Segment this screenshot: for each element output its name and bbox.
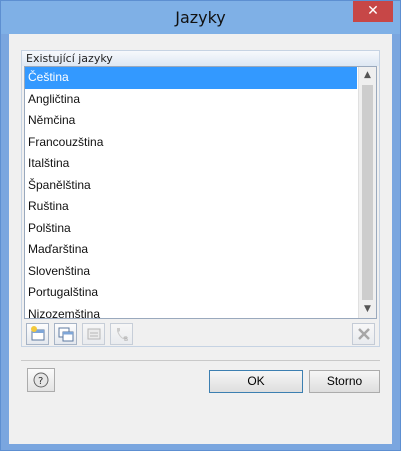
list-item[interactable]: Ruština [25, 196, 357, 218]
list-item[interactable]: Polština [25, 218, 357, 240]
scroll-up-icon[interactable]: ▲ [359, 67, 376, 84]
list-item[interactable]: Španělština [25, 175, 357, 197]
delete-button[interactable] [352, 323, 375, 345]
list-item[interactable]: Nizozemština [25, 304, 357, 326]
vertical-scrollbar[interactable]: ▲ ▼ [358, 67, 376, 318]
new-language-icon [31, 326, 45, 341]
copy-language-icon [58, 327, 74, 342]
list-item[interactable]: Angličtina [25, 89, 357, 111]
list-item[interactable]: Němčina [25, 110, 357, 132]
svg-text:B: B [124, 336, 128, 342]
list-item[interactable]: Portugalština [25, 282, 357, 304]
list-item[interactable]: Čeština [25, 67, 357, 89]
phone-b-button[interactable]: B [110, 323, 133, 345]
delete-icon [358, 328, 370, 340]
svg-text:?: ? [38, 376, 43, 387]
phone-b-icon: B [117, 328, 128, 342]
scrollbar-thumb[interactable] [362, 85, 373, 300]
copy-language-button[interactable] [54, 323, 77, 345]
dialog-body: Existující jazyky Čeština Angličtina Něm… [9, 34, 392, 444]
window-title: Jazyky [175, 8, 226, 27]
footer-divider [21, 360, 380, 361]
languages-dialog: Jazyky ✕ Existující jazyky Čeština Angli… [0, 0, 401, 451]
list-item[interactable]: Slovenština [25, 261, 357, 283]
existing-languages-group: Existující jazyky Čeština Angličtina Něm… [21, 50, 380, 347]
edit-language-icon [87, 328, 101, 340]
list-toolbar: B [24, 323, 377, 345]
new-language-button[interactable] [26, 323, 49, 345]
languages-list[interactable]: Čeština Angličtina Němčina Francouzština… [24, 66, 377, 321]
edit-language-button[interactable] [82, 323, 105, 345]
list-item[interactable]: Maďarština [25, 239, 357, 261]
close-button[interactable]: ✕ [353, 1, 393, 22]
group-header: Existující jazyky [22, 51, 379, 66]
ok-button[interactable]: OK [209, 370, 303, 393]
scroll-down-icon[interactable]: ▼ [359, 301, 376, 318]
list-item[interactable]: Francouzština [25, 132, 357, 154]
help-button[interactable]: ? [27, 368, 55, 392]
cancel-button[interactable]: Storno [309, 370, 380, 393]
list-item[interactable]: Italština [25, 153, 357, 175]
help-icon: ? [33, 372, 49, 388]
title-bar[interactable]: Jazyky ✕ [1, 1, 400, 34]
